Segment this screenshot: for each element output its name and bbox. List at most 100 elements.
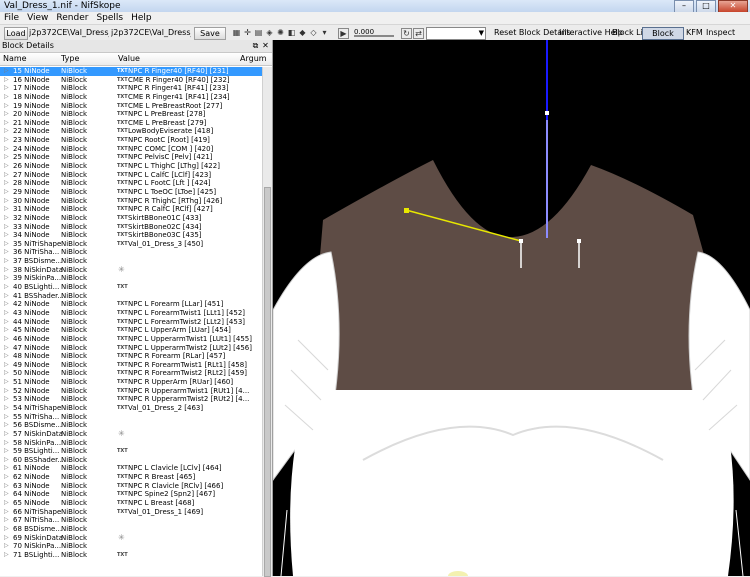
expand-icon[interactable]: ▷ [4,274,9,283]
table-row[interactable]: ▷ 25 NiNode NiBlock TXT NPC PelvisC [Pelv] [… [0,153,262,162]
expand-icon[interactable]: ▷ [4,413,9,422]
table-row[interactable]: ▷ 24 NiNode NiBlock TXT NPC COMC [COM ] [420… [0,145,262,154]
expand-icon[interactable]: ▷ [4,248,9,257]
expand-icon[interactable]: ▷ [4,67,9,76]
expand-icon[interactable]: ▷ [4,309,9,318]
render-viewport[interactable] [273,40,750,576]
expand-icon[interactable]: ▷ [4,335,9,344]
expand-icon[interactable]: ▷ [4,318,9,327]
block-details-button[interactable]: Block Details [642,27,684,49]
table-row[interactable]: ▷ 67 NiTriSha... NiBlock [0,516,262,525]
table-row[interactable]: ▷ 34 NiNode NiBlock TXT SkirtBBone03C [435] [0,231,262,240]
table-row[interactable]: ▷ 43 NiNode NiBlock TXT NPC L ForearmTwist1 … [0,309,262,318]
expand-icon[interactable]: ▷ [4,153,9,162]
time-slider[interactable] [354,35,394,37]
table-row[interactable]: ▷ 44 NiNode NiBlock TXT NPC L ForearmTwist2 … [0,318,262,327]
table-row[interactable]: ▷ 38 NiSkinData NiBlock ✳ [0,265,262,275]
save-as-button[interactable]: Save As [194,27,226,49]
expand-icon[interactable]: ▷ [4,551,9,560]
vertical-scrollbar[interactable] [262,67,272,577]
table-row[interactable]: ▷ 65 NiNode NiBlock TXT NPC L Breast [468] [0,499,262,508]
table-row[interactable]: ▷ 55 NiTriSha... NiBlock [0,413,262,422]
expand-icon[interactable]: ▷ [4,516,9,525]
table-row[interactable]: ▷ 56 BSDisme... NiBlock [0,421,262,430]
expand-icon[interactable]: ▷ [4,214,9,223]
table-row[interactable]: ▷ 47 NiNode NiBlock TXT NPC L UpperarmTwist2… [0,344,262,353]
table-row[interactable]: ▷ 58 NiSkinPa... NiBlock [0,439,262,448]
table-row[interactable]: ▷ 66 NiTriShape NiBlock TXT Val_01_Dress_1 [… [0,508,262,517]
column-name[interactable]: Name [3,53,27,65]
expand-icon[interactable]: ▷ [4,344,9,353]
expand-icon[interactable]: ▷ [4,508,9,517]
table-row[interactable]: ▷ 19 NiNode NiBlock TXT CME L PreBreastRoot … [0,102,262,111]
table-row[interactable]: ▷ 61 NiNode NiBlock TXT NPC L Clavicle [LClv… [0,464,262,473]
column-value[interactable]: Value [118,53,140,65]
expand-icon[interactable]: ▷ [4,490,9,499]
table-row[interactable]: ▷ 21 NiNode NiBlock TXT CME L PreBreast [279… [0,119,262,128]
view-options-icon[interactable]: ▾ [320,28,329,37]
table-row[interactable]: ▷ 37 BSDisme... NiBlock [0,257,262,266]
play-icon[interactable]: ▶ [338,28,349,39]
table-row[interactable]: ▷ 51 NiNode NiBlock TXT NPC R UpperArm [RUar… [0,378,262,387]
expand-icon[interactable]: ▷ [4,387,9,396]
expand-icon[interactable]: ▷ [4,395,9,404]
expand-icon[interactable]: ▷ [4,534,9,543]
expand-icon[interactable]: ▷ [4,162,9,171]
switch-icon[interactable]: ⇄ [413,28,424,39]
nodes-icon[interactable]: ▤ [254,28,263,37]
expand-icon[interactable]: ▷ [4,102,9,111]
loop-icon[interactable]: ↻ [401,28,412,39]
column-argument[interactable]: Argum [240,53,267,65]
table-row[interactable]: ▷ 16 NiNode NiBlock TXT CME R Finger40 [RF40… [0,76,262,85]
table-row[interactable]: ▷ 31 NiNode NiBlock TXT NPC R CalfC [RClf] [… [0,205,262,214]
expand-icon[interactable]: ▷ [4,76,9,85]
table-row[interactable]: ▷ 49 NiNode NiBlock TXT NPC R ForearmTwist1 … [0,361,262,370]
expand-icon[interactable]: ▷ [4,499,9,508]
expand-icon[interactable]: ▷ [4,369,9,378]
expand-icon[interactable]: ▷ [4,283,9,292]
expand-icon[interactable]: ▷ [4,231,9,240]
table-row[interactable]: ▷ 52 NiNode NiBlock TXT NPC R UpperarmTwist1… [0,387,262,396]
animation-select[interactable]: ▼ [426,27,486,40]
expand-icon[interactable]: ▷ [4,292,9,301]
menu-help[interactable]: Help [127,12,156,24]
table-row[interactable]: ▷ 33 NiNode NiBlock TXT SkirtBBone02C [434] [0,223,262,232]
light-icon[interactable]: ✺ [276,28,285,37]
table-row[interactable]: ▷ 48 NiNode NiBlock TXT NPC R Forearm [RLar]… [0,352,262,361]
table-row[interactable]: ▷ 45 NiNode NiBlock TXT NPC L UpperArm [LUar… [0,326,262,335]
table-row[interactable]: ▷ 26 NiNode NiBlock TXT NPC L ThighC [LThg] … [0,162,262,171]
table-row[interactable]: ▷ 15 NiNode NiBlock TXT NPC R Finger40 [RF40… [0,67,262,76]
table-row[interactable]: ▷ 62 NiNode NiBlock TXT NPC R Breast [465] [0,473,262,482]
wireframe-icon[interactable]: ◈ [265,28,274,37]
table-row[interactable]: ▷ 68 BSDisme... NiBlock [0,525,262,534]
table-row[interactable]: ▷ 70 NiSkinPa... NiBlock [0,542,262,551]
table-row[interactable]: ▷ 30 NiNode NiBlock TXT NPC R ThighC [RThg] … [0,197,262,206]
expand-icon[interactable]: ▷ [4,179,9,188]
scrollbar-thumb[interactable] [264,187,271,577]
table-row[interactable]: ▷ 18 NiNode NiBlock TXT CME R Finger41 [RF41… [0,93,262,102]
table-row[interactable]: ▷ 40 BSLighti... NiBlock TXT [0,283,262,292]
table-row[interactable]: ▷ 71 BSLighti... NiBlock TXT [0,551,262,560]
expand-icon[interactable]: ▷ [4,127,9,136]
expand-icon[interactable]: ▷ [4,84,9,93]
expand-icon[interactable]: ▷ [4,439,9,448]
expand-icon[interactable]: ▷ [4,119,9,128]
view-top-icon[interactable]: ◆ [298,28,307,37]
table-row[interactable]: ▷ 32 NiNode NiBlock TXT SkirtBBone01C [433] [0,214,262,223]
table-row[interactable]: ▷ 50 NiNode NiBlock TXT NPC R ForearmTwist2 … [0,369,262,378]
expand-icon[interactable]: ▷ [4,352,9,361]
expand-icon[interactable]: ▷ [4,266,9,275]
texture-icon[interactable]: ▦ [232,28,241,37]
inspect-button[interactable]: Inspect [706,27,735,39]
table-row[interactable]: ▷ 57 NiSkinData NiBlock ✳ [0,429,262,439]
table-row[interactable]: ▷ 63 NiNode NiBlock TXT NPC R Clavicle [RClv… [0,482,262,491]
menu-file[interactable]: File [0,12,23,24]
expand-icon[interactable]: ▷ [4,326,9,335]
view-side-icon[interactable]: ◇ [309,28,318,37]
expand-icon[interactable]: ▷ [4,197,9,206]
expand-icon[interactable]: ▷ [4,421,9,430]
expand-icon[interactable]: ▷ [4,171,9,180]
expand-icon[interactable]: ▷ [4,240,9,249]
table-row[interactable]: ▷ 39 NiSkinPa... NiBlock [0,274,262,283]
expand-icon[interactable]: ▷ [4,542,9,551]
